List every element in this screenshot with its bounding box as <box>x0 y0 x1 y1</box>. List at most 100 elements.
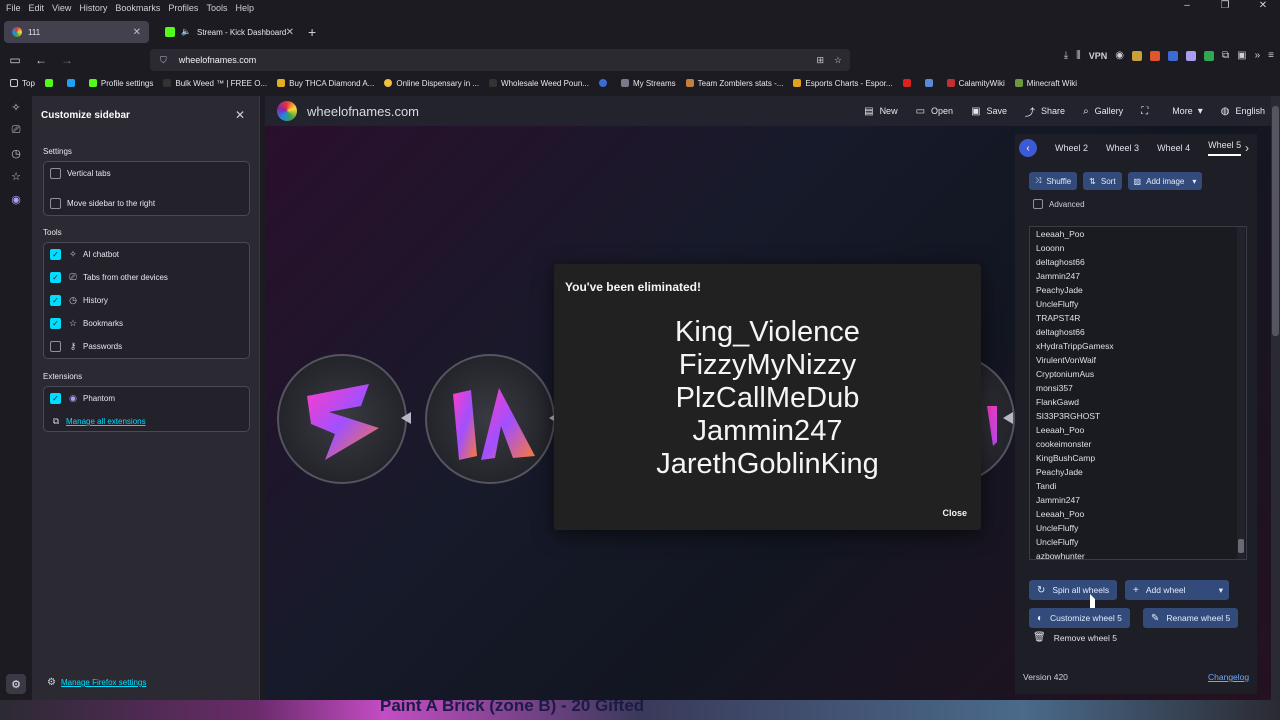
bookmark-dispensary[interactable]: Online Dispensary in ... <box>384 79 479 88</box>
page-scrollbar-thumb[interactable] <box>1272 106 1279 336</box>
menu-file[interactable]: File <box>6 3 21 13</box>
new-button[interactable]: ▤ New <box>864 106 897 117</box>
bookmark-site[interactable] <box>924 79 937 87</box>
entries-textarea[interactable]: Leeaah_Poo Looonn deltaghost66 Jammin247 Pea… <box>1029 226 1247 560</box>
checkbox-checked[interactable]: ✓ <box>50 393 61 404</box>
page-scrollbar[interactable] <box>1271 96 1280 700</box>
open-button[interactable]: ▭ Open <box>916 106 953 117</box>
tab-kick[interactable]: 🔈 Stream - Kick Dashboard ✕ <box>157 21 302 43</box>
bookmark-esports-charts[interactable]: Esports Charts - Espor... <box>793 79 893 88</box>
close-icon[interactable]: ✕ <box>235 108 245 122</box>
site-name[interactable]: wheelofnames.com <box>307 104 419 119</box>
bookmarks-icon[interactable]: ☆ <box>0 165 32 188</box>
bookmark-calamity[interactable]: CalamityWiki <box>946 79 1005 88</box>
restore-icon[interactable]: ❐ <box>1210 0 1240 16</box>
add-image-button[interactable]: ▨ Add image ▾ <box>1127 172 1203 190</box>
close-window-icon[interactable]: ✕ <box>1248 0 1278 16</box>
wheel-1[interactable] <box>277 354 407 484</box>
scrollbar-thumb[interactable] <box>1238 539 1244 553</box>
menu-bookmarks[interactable]: Bookmarks <box>115 3 160 13</box>
forward-icon[interactable]: → <box>56 53 78 67</box>
tool-tabs-other-devices[interactable]: ✓ ⎚ Tabs from other devices <box>44 266 249 289</box>
back-icon[interactable]: ← <box>30 53 52 67</box>
screenshot-icon[interactable]: ▣ <box>1237 50 1246 61</box>
customize-sidebar-gear-icon[interactable]: ⚙ <box>6 674 26 694</box>
manage-firefox-settings-link[interactable]: Manage Firefox settings <box>61 678 146 687</box>
bookmark-wholesale[interactable]: Wholesale Weed Poun... <box>489 79 589 88</box>
remove-wheel-button[interactable]: 🗑 Remove wheel 5 <box>1033 632 1117 643</box>
tab-active[interactable]: 111 ✕ <box>4 21 149 43</box>
speaker-icon[interactable]: 🔈 <box>181 27 191 37</box>
new-tab-icon[interactable]: + <box>308 24 316 40</box>
rename-wheel-button[interactable]: ✎ Rename wheel 5 <box>1143 608 1239 628</box>
extension-icon[interactable] <box>1204 50 1214 61</box>
sidebar-toggle-icon[interactable]: ▭ <box>4 53 26 67</box>
account-icon[interactable]: ◉ <box>1115 50 1124 61</box>
checkbox-checked[interactable]: ✓ <box>50 272 61 283</box>
checkbox[interactable] <box>1033 199 1043 209</box>
tab-wheel-3[interactable]: Wheel 3 <box>1106 143 1139 153</box>
bookmark-top[interactable]: Top <box>10 79 35 88</box>
checkbox[interactable] <box>50 198 61 209</box>
extensions-icon[interactable]: ⧉ <box>1222 50 1229 61</box>
bookmark-bulk-weed[interactable]: Bulk Weed ™ | FREE O... <box>163 79 267 88</box>
setting-vertical-tabs[interactable]: Vertical tabs <box>44 162 249 185</box>
download-icon[interactable]: ⤓ <box>1064 50 1068 61</box>
add-wheel-button[interactable]: + Add wheel ▾ <box>1125 580 1229 600</box>
menu-tools[interactable]: Tools <box>206 3 227 13</box>
menu-edit[interactable]: Edit <box>29 3 45 13</box>
bookmark-kick[interactable] <box>44 79 57 87</box>
checkbox-checked[interactable]: ✓ <box>50 295 61 306</box>
menu-help[interactable]: Help <box>235 3 254 13</box>
tool-history[interactable]: ✓ ◷ History <box>44 289 249 312</box>
advanced-toggle[interactable]: Advanced <box>1033 199 1085 209</box>
chevron-down-icon[interactable]: ▾ <box>1219 585 1223 596</box>
close-tab-icon[interactable]: ✕ <box>133 27 141 38</box>
extension-icon[interactable] <box>1168 50 1178 61</box>
customize-wheel-button[interactable]: ◐ Customize wheel 5 <box>1029 608 1130 628</box>
phantom-icon[interactable] <box>1186 50 1196 61</box>
spin-all-wheels-button[interactable]: ↻ Spin all wheels <box>1029 580 1118 600</box>
save-button[interactable]: ▣ Save <box>971 106 1007 117</box>
tab-wheel-4[interactable]: Wheel 4 <box>1157 143 1190 153</box>
reader-icon[interactable]: ⊞ <box>816 55 824 66</box>
extension-icon[interactable] <box>1150 50 1160 61</box>
extension-phantom[interactable]: ✓ ◉ Phantom <box>44 387 249 410</box>
vpn-button[interactable]: VPN <box>1089 51 1108 61</box>
library-icon[interactable]: ⫼ <box>1076 50 1081 61</box>
wheel-logo-icon[interactable] <box>277 101 297 121</box>
language-button[interactable]: ◍ English <box>1221 106 1265 117</box>
bookmark-minecraft[interactable]: Minecraft Wiki <box>1014 79 1077 88</box>
synced-tabs-icon[interactable]: ⎚ <box>0 119 32 142</box>
site-info-icon[interactable]: ⛉ <box>160 55 167 66</box>
share-button[interactable]: ⤴ Share <box>1025 104 1065 119</box>
more-button[interactable]: More ▾ <box>1172 106 1203 117</box>
tool-bookmarks[interactable]: ✓ ☆ Bookmarks <box>44 312 249 335</box>
bookmark-youtube[interactable] <box>902 79 915 87</box>
manage-extensions-link[interactable]: Manage all extensions <box>66 417 146 426</box>
bookmark-thca[interactable]: Buy THCA Diamond A... <box>277 79 374 88</box>
menu-view[interactable]: View <box>52 3 71 13</box>
gallery-button[interactable]: ⌕ Gallery <box>1083 106 1123 117</box>
bookmark-my-streams[interactable]: My Streams <box>620 79 676 88</box>
extension-icon[interactable] <box>1132 50 1142 61</box>
bookmark-profile-settings[interactable]: Profile settings <box>88 79 153 88</box>
minimize-icon[interactable]: – <box>1172 0 1202 16</box>
changelog-link[interactable]: Changelog <box>1208 672 1249 682</box>
checkbox-checked[interactable]: ✓ <box>50 249 61 260</box>
checkbox-checked[interactable]: ✓ <box>50 318 61 329</box>
fullscreen-button[interactable]: ⛶ <box>1141 106 1154 117</box>
chevron-right-icon[interactable]: › <box>1245 141 1249 155</box>
tool-ai-chatbot[interactable]: ✓ ✧ AI chatbot <box>44 243 249 266</box>
close-tab-icon[interactable]: ✕ <box>286 27 294 38</box>
checkbox[interactable] <box>50 341 61 352</box>
menu-history[interactable]: History <box>79 3 107 13</box>
bookmark-r[interactable] <box>598 79 611 87</box>
wheel-2[interactable] <box>425 354 555 484</box>
tab-wheel-5[interactable]: Wheel 5 <box>1208 140 1242 156</box>
sort-button[interactable]: ⇅ Sort <box>1083 172 1122 190</box>
tab-wheel-2[interactable]: Wheel 2 <box>1055 143 1088 153</box>
menu-profiles[interactable]: Profiles <box>168 3 198 13</box>
entries-scrollbar[interactable] <box>1237 227 1245 559</box>
history-icon[interactable]: ◷ <box>0 142 32 165</box>
